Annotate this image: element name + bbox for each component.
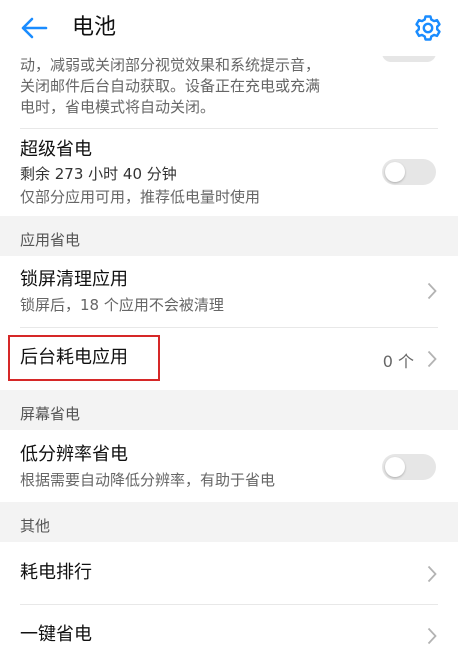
settings-button[interactable] <box>410 10 446 46</box>
section-header-screen-saving: 屏幕省电 <box>0 390 458 430</box>
ultra-saving-row[interactable]: 超级省电 剩余 273 小时 40 分钟 仅部分应用可用，推荐低电量时使用 <box>0 129 458 216</box>
page-title: 电池 <box>72 15 117 40</box>
highlight-box <box>8 335 160 381</box>
ultra-saving-title: 超级省电 <box>20 139 92 160</box>
power-saving-toggle[interactable] <box>382 56 436 62</box>
power-saving-description: 动，减弱或关闭部分视觉效果和系统提示音， 关闭邮件后台自动获取。设备正在充电或充… <box>20 56 321 116</box>
back-button[interactable] <box>16 10 52 46</box>
arrow-left-icon <box>21 17 48 39</box>
toggle-knob <box>385 162 405 182</box>
low-resolution-row[interactable]: 低分辨率省电 根据需要自动降低分辨率，有助于省电 <box>0 430 458 502</box>
ultra-saving-toggle[interactable] <box>382 159 436 185</box>
power-ranking-row[interactable]: 耗电排行 <box>0 542 458 604</box>
power-ranking-title: 耗电排行 <box>20 562 92 583</box>
lock-screen-clean-title: 锁屏清理应用 <box>20 269 128 290</box>
app-header: 电池 <box>0 0 458 56</box>
section-header-app-saving: 应用省电 <box>0 216 458 256</box>
chevron-right-icon <box>426 349 438 369</box>
chevron-right-icon <box>426 626 438 646</box>
ultra-saving-description: 仅部分应用可用，推荐低电量时使用 <box>20 188 261 206</box>
gear-icon <box>415 15 441 41</box>
low-resolution-description: 根据需要自动降低分辨率，有助于省电 <box>20 471 276 489</box>
lock-screen-clean-row[interactable]: 锁屏清理应用 锁屏后，18 个应用不会被清理 <box>0 256 458 327</box>
chevron-right-icon <box>426 564 438 584</box>
background-apps-count: 0 个 <box>382 352 414 371</box>
section-header-other: 其他 <box>0 502 458 542</box>
battery-settings-list[interactable]: 动，减弱或关闭部分视觉效果和系统提示音， 关闭邮件后台自动获取。设备正在充电或充… <box>0 56 458 667</box>
chevron-right-icon <box>426 281 438 301</box>
one-key-saving-row[interactable]: 一键省电 <box>0 605 458 667</box>
one-key-saving-title: 一键省电 <box>20 624 92 645</box>
low-resolution-toggle[interactable] <box>382 454 436 480</box>
ultra-saving-remaining: 剩余 273 小时 40 分钟 <box>20 165 177 183</box>
low-resolution-title: 低分辨率省电 <box>20 444 128 465</box>
lock-screen-clean-description: 锁屏后，18 个应用不会被清理 <box>20 296 224 314</box>
toggle-knob <box>385 457 405 477</box>
